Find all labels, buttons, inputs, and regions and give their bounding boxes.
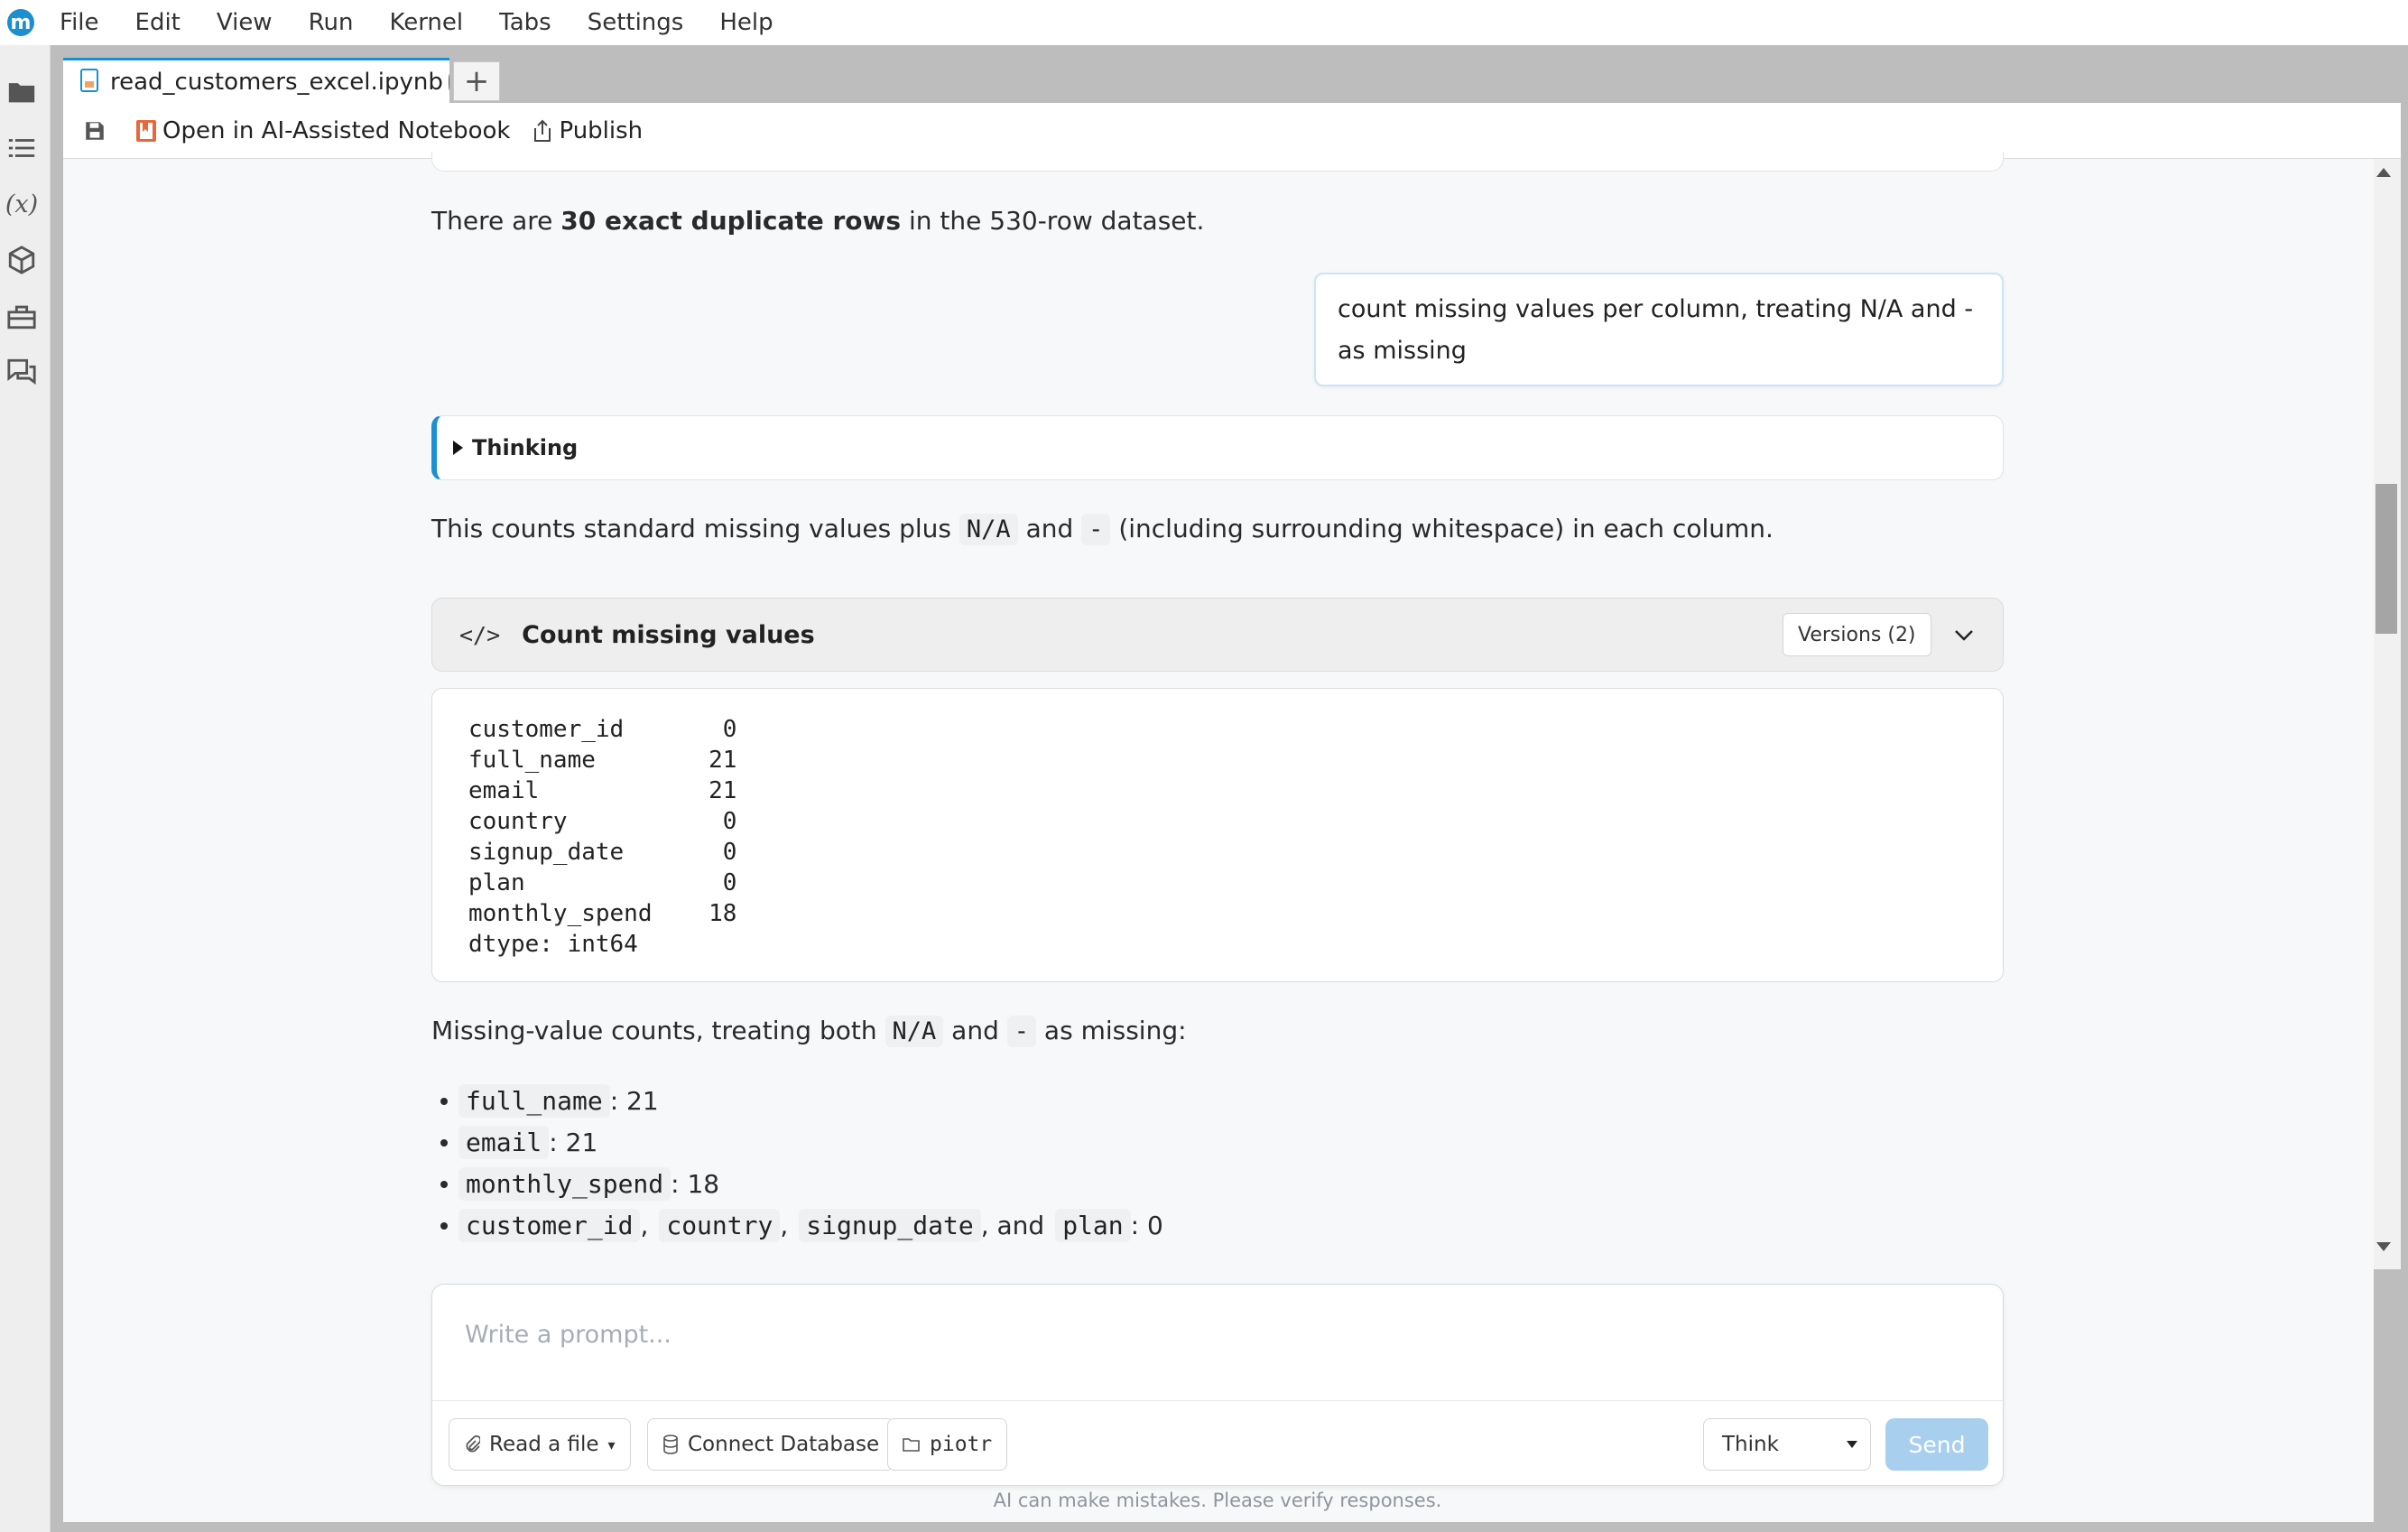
scroll-down-icon[interactable] <box>2376 1242 2391 1251</box>
connect-database-button[interactable]: Connect Database <box>647 1418 895 1471</box>
read-file-button[interactable]: Read a file ▾ <box>449 1418 631 1471</box>
scrollbar-track[interactable] <box>2374 159 2401 1269</box>
duplicates-summary: There are 30 exact duplicate rows in the… <box>431 206 1205 236</box>
output-line: email 21 <box>468 777 737 804</box>
activity-bar: (x) <box>0 45 51 1532</box>
menu-edit[interactable]: Edit <box>135 9 181 36</box>
thinking-toggle[interactable]: Thinking <box>431 415 2004 480</box>
caret-down-icon: ▾ <box>607 1435 616 1453</box>
missing-values-list: full_name: 21 email: 21 monthly_spend: 1… <box>440 1080 1163 1246</box>
package-icon[interactable] <box>5 244 38 276</box>
thinking-label: Thinking <box>472 435 579 460</box>
scrollbar-thumb[interactable] <box>2376 484 2397 634</box>
notebook-toolbar: Open in AI-Assisted Notebook Publish <box>63 103 2401 159</box>
folder-selector[interactable]: piotr <box>887 1418 1008 1471</box>
disclaimer-text: AI can make mistakes. Please verify resp… <box>993 1490 1442 1511</box>
toolbox-icon[interactable] <box>5 300 38 332</box>
mode-select[interactable]: Think <box>1703 1418 1871 1471</box>
list-item: email: 21 <box>440 1121 1163 1163</box>
connect-database-label: Connect Database <box>688 1433 880 1456</box>
tab-notebook[interactable]: read_customers_excel.ipynb <box>63 58 449 103</box>
menu-view[interactable]: View <box>217 9 273 36</box>
caret-down-icon <box>1847 1441 1857 1448</box>
app-logo[interactable]: m <box>7 9 34 36</box>
output-line: full_name 21 <box>468 747 737 774</box>
list-item: monthly_spend: 18 <box>440 1163 1163 1204</box>
prompt-input[interactable] <box>465 1312 1963 1357</box>
menu-kernel[interactable]: Kernel <box>389 9 463 36</box>
menu-file[interactable]: File <box>60 9 99 36</box>
ai-notebook-icon <box>135 119 157 143</box>
open-ai-notebook-button[interactable]: Open in AI-Assisted Notebook <box>135 117 510 144</box>
mode-label: Think <box>1722 1433 1779 1456</box>
output-line: monthly_spend 18 <box>468 900 737 927</box>
paperclip-icon <box>464 1435 480 1454</box>
code-icon: </> <box>459 621 501 648</box>
code-cell-header[interactable]: </> Count missing values Versions (2) <box>431 598 2004 672</box>
menu-run[interactable]: Run <box>309 9 354 36</box>
chat-icon[interactable] <box>5 356 38 388</box>
publish-label: Publish <box>559 116 644 144</box>
prompt-divider <box>432 1400 2003 1401</box>
tab-label: read_customers_excel.ipynb <box>110 68 443 96</box>
folder-label: piotr <box>930 1433 993 1456</box>
list-item: full_name: 21 <box>440 1080 1163 1121</box>
prompt-box: Read a file ▾ Connect Database piotr Thi… <box>431 1284 2004 1486</box>
expand-triangle-icon <box>453 441 463 455</box>
output-line: plan 0 <box>468 869 737 896</box>
save-icon[interactable] <box>79 116 110 146</box>
menu-help[interactable]: Help <box>719 9 773 36</box>
user-message-bubble: count missing values per column, treatin… <box>1314 273 2004 386</box>
menu-tabs[interactable]: Tabs <box>499 9 551 36</box>
publish-button[interactable]: Publish <box>532 117 643 144</box>
versions-button[interactable]: Versions (2) <box>1783 613 1931 656</box>
read-file-label: Read a file <box>489 1433 599 1456</box>
send-button[interactable]: Send <box>1885 1418 1988 1471</box>
folder-icon[interactable] <box>5 76 38 108</box>
new-tab-button[interactable]: + <box>453 61 500 101</box>
notebook-icon <box>79 68 99 96</box>
variables-icon[interactable]: (x) <box>5 188 38 220</box>
code-output: customer_id 0 full_name 21 email 21 coun… <box>431 688 2004 982</box>
menu-bar: m File Edit View Run Kernel Tabs Setting… <box>0 0 2408 45</box>
output-line: country 0 <box>468 808 737 835</box>
tab-bar: read_customers_excel.ipynb + <box>63 58 2401 103</box>
code-cell-title: Count missing values <box>522 620 815 649</box>
summary-text: Missing-value counts, treating both N/A … <box>431 1016 1187 1047</box>
frame-bottom <box>51 1522 2408 1532</box>
list-icon[interactable] <box>5 132 38 164</box>
share-icon <box>532 119 553 143</box>
scroll-up-icon[interactable] <box>2376 168 2391 177</box>
output-line: dtype: int64 <box>468 931 638 958</box>
previous-card-edge <box>431 152 2004 172</box>
open-ai-notebook-label: Open in AI-Assisted Notebook <box>162 116 511 144</box>
list-item: customer_id, country, signup_date, and plan… <box>440 1204 1163 1246</box>
output-line: customer_id 0 <box>468 716 737 743</box>
database-icon <box>662 1435 679 1454</box>
output-line: signup_date 0 <box>468 839 737 866</box>
chevron-down-icon[interactable] <box>1950 622 1977 649</box>
menu-settings[interactable]: Settings <box>588 9 684 36</box>
folder-open-icon <box>903 1436 921 1453</box>
explanation-text: This counts standard missing values plus… <box>431 514 1774 545</box>
